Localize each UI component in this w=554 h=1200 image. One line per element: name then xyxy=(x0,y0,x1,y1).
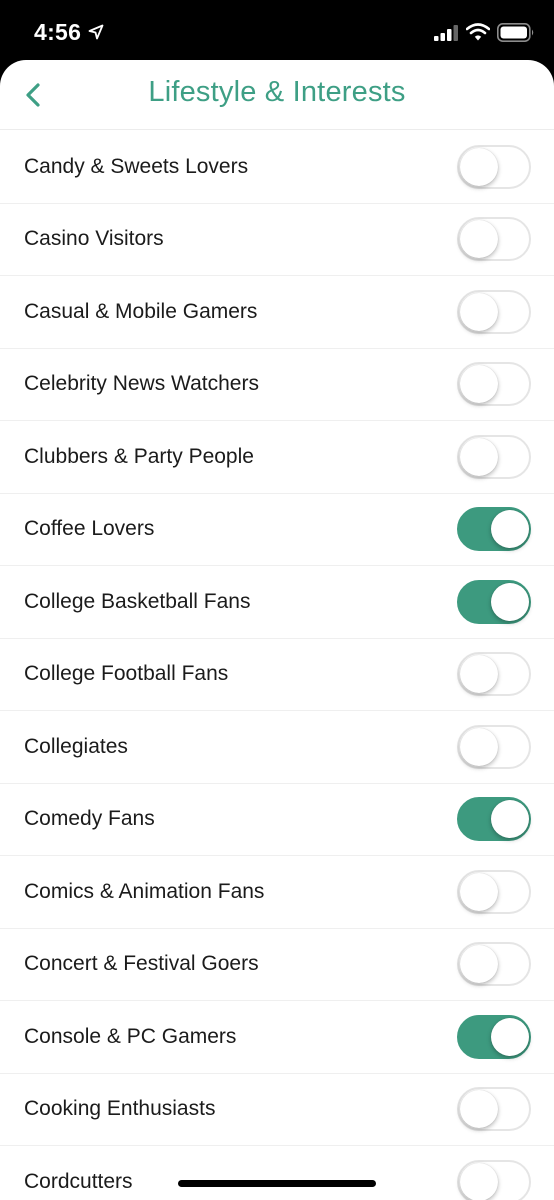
list-item[interactable]: Coffee Lovers xyxy=(0,494,554,566)
interest-toggle[interactable] xyxy=(457,1087,531,1132)
wifi-icon xyxy=(466,23,490,41)
toggle-knob xyxy=(460,365,498,404)
status-bar: 4:56 xyxy=(0,0,554,62)
list-item[interactable]: Comedy Fans xyxy=(0,784,554,856)
toggle-knob xyxy=(460,220,498,259)
list-item[interactable]: Cordcutters xyxy=(0,1146,554,1200)
interest-label: Celebrity News Watchers xyxy=(24,372,259,396)
interest-label: Cooking Enthusiasts xyxy=(24,1097,216,1121)
toggle-knob xyxy=(460,292,498,331)
interest-toggle[interactable] xyxy=(457,652,531,697)
interest-label: College Basketball Fans xyxy=(24,589,251,613)
toggle-knob xyxy=(491,1017,529,1056)
interest-label: Casual & Mobile Gamers xyxy=(24,299,258,323)
interest-label: Clubbers & Party People xyxy=(24,444,254,468)
toggle-knob xyxy=(491,510,529,549)
list-item[interactable]: Casino Visitors xyxy=(0,204,554,276)
toggle-knob xyxy=(460,1162,498,1200)
nav-header: Lifestyle & Interests xyxy=(0,60,554,130)
toggle-knob xyxy=(491,800,529,839)
list-item[interactable]: Concert & Festival Goers xyxy=(0,929,554,1001)
list-item[interactable]: College Football Fans xyxy=(0,639,554,711)
interest-toggle[interactable] xyxy=(457,434,531,479)
interest-toggle[interactable] xyxy=(457,942,531,987)
lifestyle-interests-sheet: Lifestyle & Interests Candy & Sweets Lov… xyxy=(0,60,554,1200)
interest-label: Cordcutters xyxy=(24,1169,133,1193)
toggle-knob xyxy=(460,872,498,911)
cellular-signal-icon xyxy=(434,25,458,41)
interest-label: College Football Fans xyxy=(24,662,229,686)
list-item[interactable]: Candy & Sweets Lovers xyxy=(0,131,554,204)
toggle-knob xyxy=(460,437,498,476)
interest-label: Coffee Lovers xyxy=(24,517,155,541)
toggle-knob xyxy=(460,945,498,984)
toggle-knob xyxy=(460,1090,498,1129)
list-item[interactable]: Clubbers & Party People xyxy=(0,421,554,494)
interest-label: Candy & Sweets Lovers xyxy=(24,154,249,178)
interest-label: Comedy Fans xyxy=(24,807,155,831)
list-item[interactable]: College Basketball Fans xyxy=(0,566,554,639)
status-time: 4:56 xyxy=(34,19,82,45)
interest-label: Concert & Festival Goers xyxy=(24,952,259,976)
list-item[interactable]: Collegiates xyxy=(0,711,554,784)
list-item[interactable]: Comics & Animation Fans xyxy=(0,856,554,929)
interest-toggle[interactable] xyxy=(457,144,531,189)
interest-label: Collegiates xyxy=(24,734,128,758)
interest-toggle[interactable] xyxy=(457,724,531,769)
battery-icon xyxy=(497,23,534,42)
list-item[interactable]: Celebrity News Watchers xyxy=(0,349,554,421)
interest-toggle[interactable] xyxy=(457,579,531,624)
interest-label: Console & PC Gamers xyxy=(24,1024,237,1048)
interest-list: Candy & Sweets Lovers Casino Visitors Casu… xyxy=(0,131,554,1200)
interest-toggle[interactable] xyxy=(457,1159,531,1200)
interest-label: Casino Visitors xyxy=(24,227,164,251)
interest-toggle[interactable] xyxy=(457,869,531,914)
toggle-knob xyxy=(491,582,529,621)
interest-label: Comics & Animation Fans xyxy=(24,879,265,903)
toggle-knob xyxy=(460,727,498,766)
list-item[interactable]: Console & PC Gamers xyxy=(0,1001,554,1074)
interest-toggle[interactable] xyxy=(457,217,531,262)
toggle-knob xyxy=(460,655,498,694)
list-item[interactable]: Cooking Enthusiasts xyxy=(0,1074,554,1146)
interest-toggle[interactable] xyxy=(457,1014,531,1059)
interest-toggle[interactable] xyxy=(457,362,531,407)
interest-toggle[interactable] xyxy=(457,797,531,842)
location-arrow-icon xyxy=(88,24,104,40)
page-title: Lifestyle & Interests xyxy=(148,76,406,108)
interest-toggle[interactable] xyxy=(457,289,531,334)
list-item[interactable]: Casual & Mobile Gamers xyxy=(0,276,554,349)
home-indicator xyxy=(178,1180,376,1187)
interest-toggle[interactable] xyxy=(457,507,531,552)
toggle-knob xyxy=(460,147,498,186)
